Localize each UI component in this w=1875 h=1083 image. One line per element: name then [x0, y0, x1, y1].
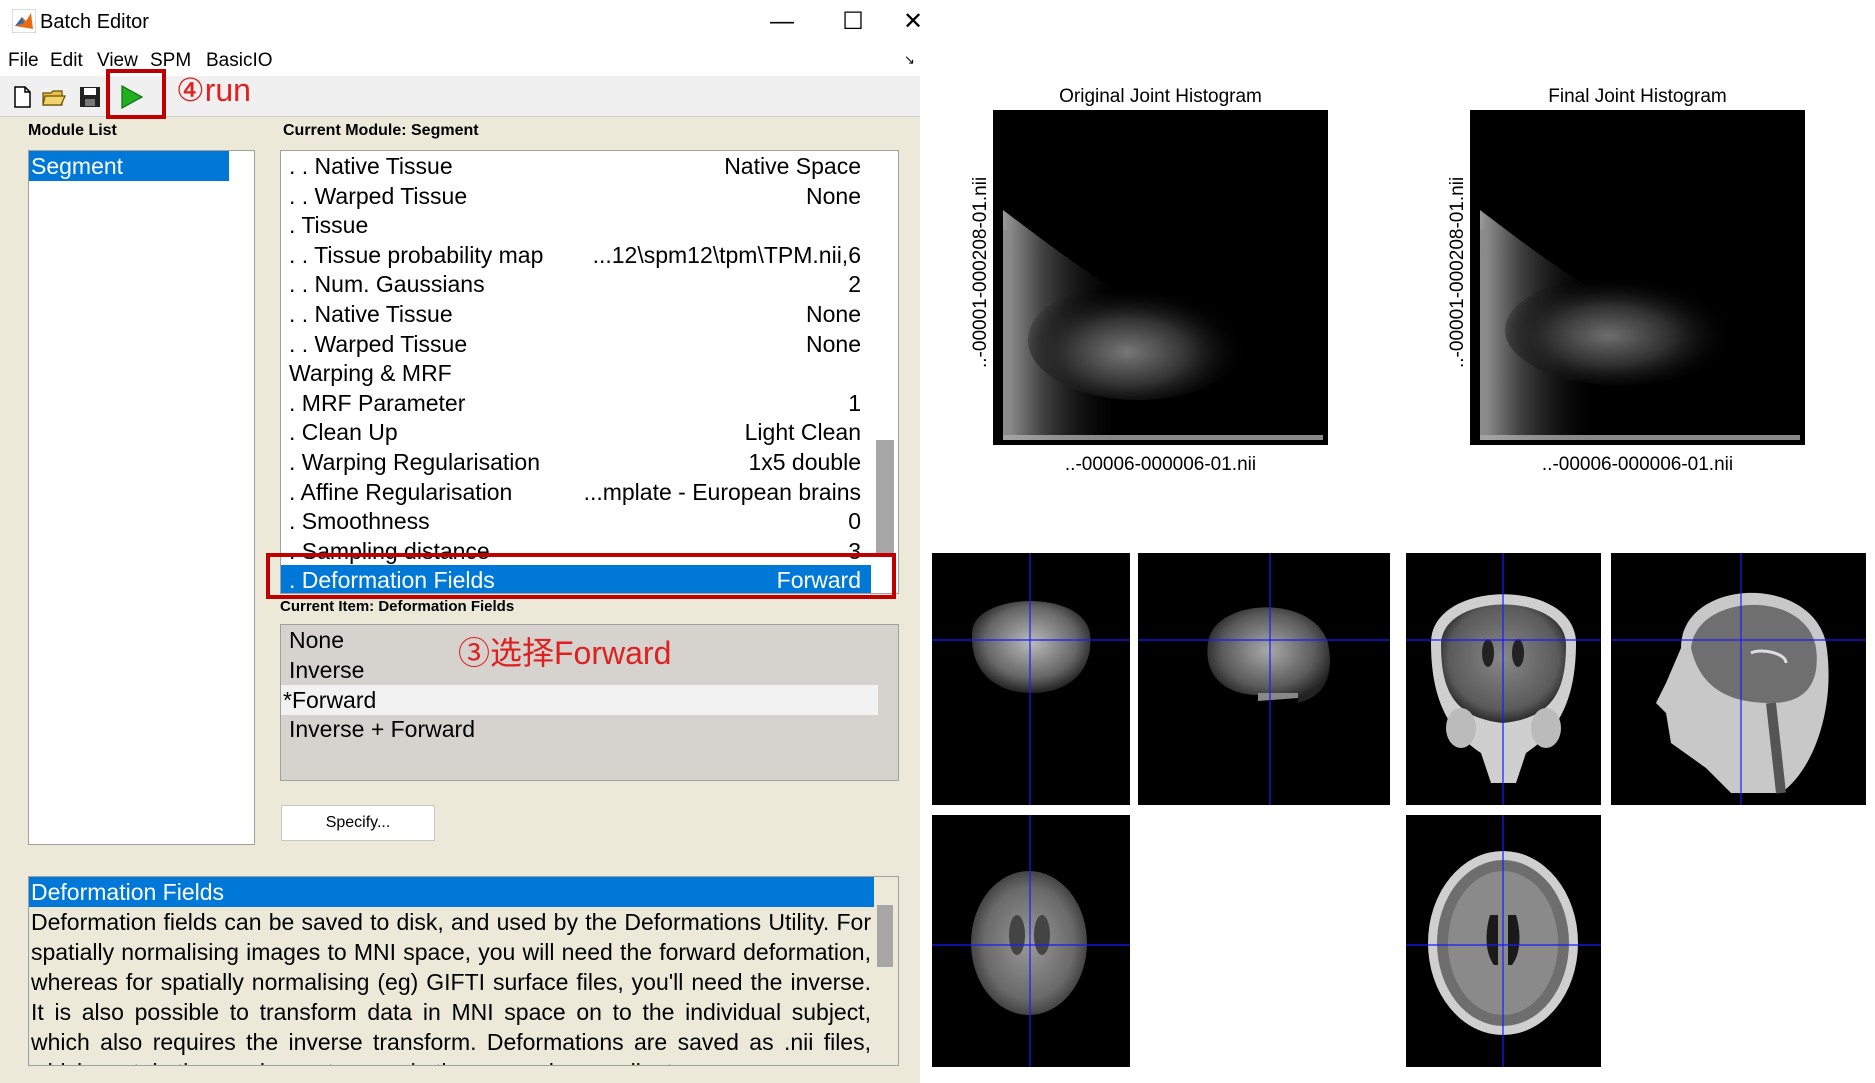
module-row[interactable]: . . Warped Tissue None: [281, 329, 871, 359]
module-row[interactable]: . Tissue: [281, 210, 871, 240]
module-row[interactable]: . . Native Tissue None: [281, 299, 871, 329]
batch-editor-window: Batch Editor — ☐ ✕ File Edit View SPM Ba…: [0, 0, 923, 1083]
module-row[interactable]: . . Native Tissue Native Space: [281, 151, 871, 181]
module-row-label: . . Tissue probability map: [289, 241, 544, 268]
module-row-value: 1x5 double: [748, 449, 861, 475]
help-panel: Deformation Fields Deformation fields ca…: [28, 876, 899, 1066]
help-text: Deformation fields can be saved to disk,…: [31, 909, 871, 1065]
window-title: Batch Editor: [40, 11, 149, 33]
module-row-value: ...mplate - European brains: [583, 478, 861, 505]
module-row-value: Native Space: [724, 153, 861, 179]
module-row-label: . . Num. Gaussians: [289, 271, 485, 298]
module-list-item[interactable]: Segment: [29, 151, 229, 181]
module-row[interactable]: . Clean Up Light Clean: [281, 417, 871, 447]
module-row-label: . Clean Up: [289, 419, 398, 446]
module-row-label: . Affine Regularisation: [289, 478, 513, 505]
module-row-value: 2: [848, 271, 861, 298]
original-joint-histogram: [993, 110, 1328, 445]
deformation-highlight-box: [266, 553, 896, 599]
module-list[interactable]: Segment: [28, 150, 255, 845]
help-heading: Deformation Fields: [29, 877, 874, 907]
module-row-label: . . Native Tissue: [289, 301, 453, 327]
module-row-value: ...12\spm12\tpm\TPM.nii,6: [592, 241, 861, 268]
module-row-label: . . Native Tissue: [289, 153, 453, 179]
dock-arrow-icon[interactable]: ↘: [904, 52, 915, 68]
module-row[interactable]: . . Tissue probability map ...12\spm12\tp…: [281, 240, 871, 270]
current-module-label: Current Module: Segment: [283, 122, 479, 139]
new-file-icon[interactable]: [8, 83, 36, 111]
final-joint-histogram: [1470, 110, 1805, 445]
module-row[interactable]: . Warping Regularisation 1x5 double: [281, 447, 871, 477]
module-row-value: Light Clean: [744, 419, 861, 446]
run-highlight-box: [106, 69, 166, 119]
functional-sagittal-view: [1138, 553, 1390, 805]
run-annotation: ④run: [176, 72, 251, 108]
module-row-label: . . Warped Tissue: [289, 182, 468, 209]
hist-right-title: Final Joint Histogram: [1548, 86, 1727, 107]
maximize-button[interactable]: ☐: [823, 4, 883, 40]
anatomical-sagittal-view: [1611, 553, 1866, 805]
functional-coronal-view: [932, 553, 1130, 805]
module-row[interactable]: . MRF Parameter 1: [281, 388, 871, 418]
menu-basicio[interactable]: BasicIO: [206, 50, 273, 72]
title-bar: Batch Editor — ☐ ✕: [0, 0, 923, 44]
menu-file[interactable]: File: [8, 50, 39, 72]
module-row[interactable]: . Affine Regularisation ...mplate - Europ…: [281, 477, 871, 507]
module-row-value: None: [806, 182, 861, 209]
current-module-list[interactable]: . . Native Tissue Native Space. . Warped …: [280, 150, 899, 594]
hist-right-ylabel: ..-00001-000208-01.nii: [1447, 176, 1468, 368]
item-option[interactable]: *Forward: [281, 684, 878, 715]
matlab-icon: [12, 9, 36, 33]
hist-left-ylabel: ..-00001-000208-01.nii: [970, 176, 991, 368]
minimize-button[interactable]: —: [752, 4, 812, 40]
menu-edit[interactable]: Edit: [50, 50, 83, 72]
anatomical-coronal-view: [1406, 553, 1601, 805]
module-scrollbar-thumb[interactable]: [876, 440, 894, 555]
module-row[interactable]: Warping & MRF: [281, 358, 871, 388]
module-row-label: . Tissue: [289, 212, 369, 239]
item-option[interactable]: Inverse + Forward: [281, 714, 884, 744]
module-row[interactable]: . . Num. Gaussians 2: [281, 269, 871, 299]
anatomical-axial-view: [1406, 815, 1601, 1067]
hist-left-title: Original Joint Histogram: [1059, 86, 1262, 107]
functional-axial-view: [932, 815, 1130, 1067]
module-row[interactable]: . . Warped Tissue None: [281, 181, 871, 211]
save-icon[interactable]: [76, 83, 104, 111]
hist-left-xlabel: ..-00006-000006-01.nii: [1064, 454, 1257, 475]
module-row[interactable]: . Smoothness 0: [281, 506, 871, 536]
module-row-label: . Warping Regularisation: [289, 449, 540, 475]
hist-right-xlabel: ..-00006-000006-01.nii: [1541, 454, 1734, 475]
module-row-value: 1: [848, 389, 861, 416]
module-row-value: None: [806, 330, 861, 357]
close-button[interactable]: ✕: [893, 4, 933, 40]
module-row-label: . MRF Parameter: [289, 389, 466, 416]
module-row-value: None: [806, 301, 861, 327]
module-list-label: Module List: [28, 122, 117, 139]
module-row-label: . Smoothness: [289, 508, 430, 535]
module-row-value: 0: [848, 508, 861, 535]
module-row-label: Warping & MRF: [289, 360, 452, 387]
open-folder-icon[interactable]: [40, 83, 68, 111]
select-forward-annotation: ③选择Forward: [458, 635, 672, 671]
specify-button[interactable]: Specify...: [281, 805, 435, 841]
help-scrollbar-thumb[interactable]: [877, 905, 893, 967]
module-row-label: . . Warped Tissue: [289, 330, 468, 357]
current-item-label: Current Item: Deformation Fields: [280, 598, 515, 615]
